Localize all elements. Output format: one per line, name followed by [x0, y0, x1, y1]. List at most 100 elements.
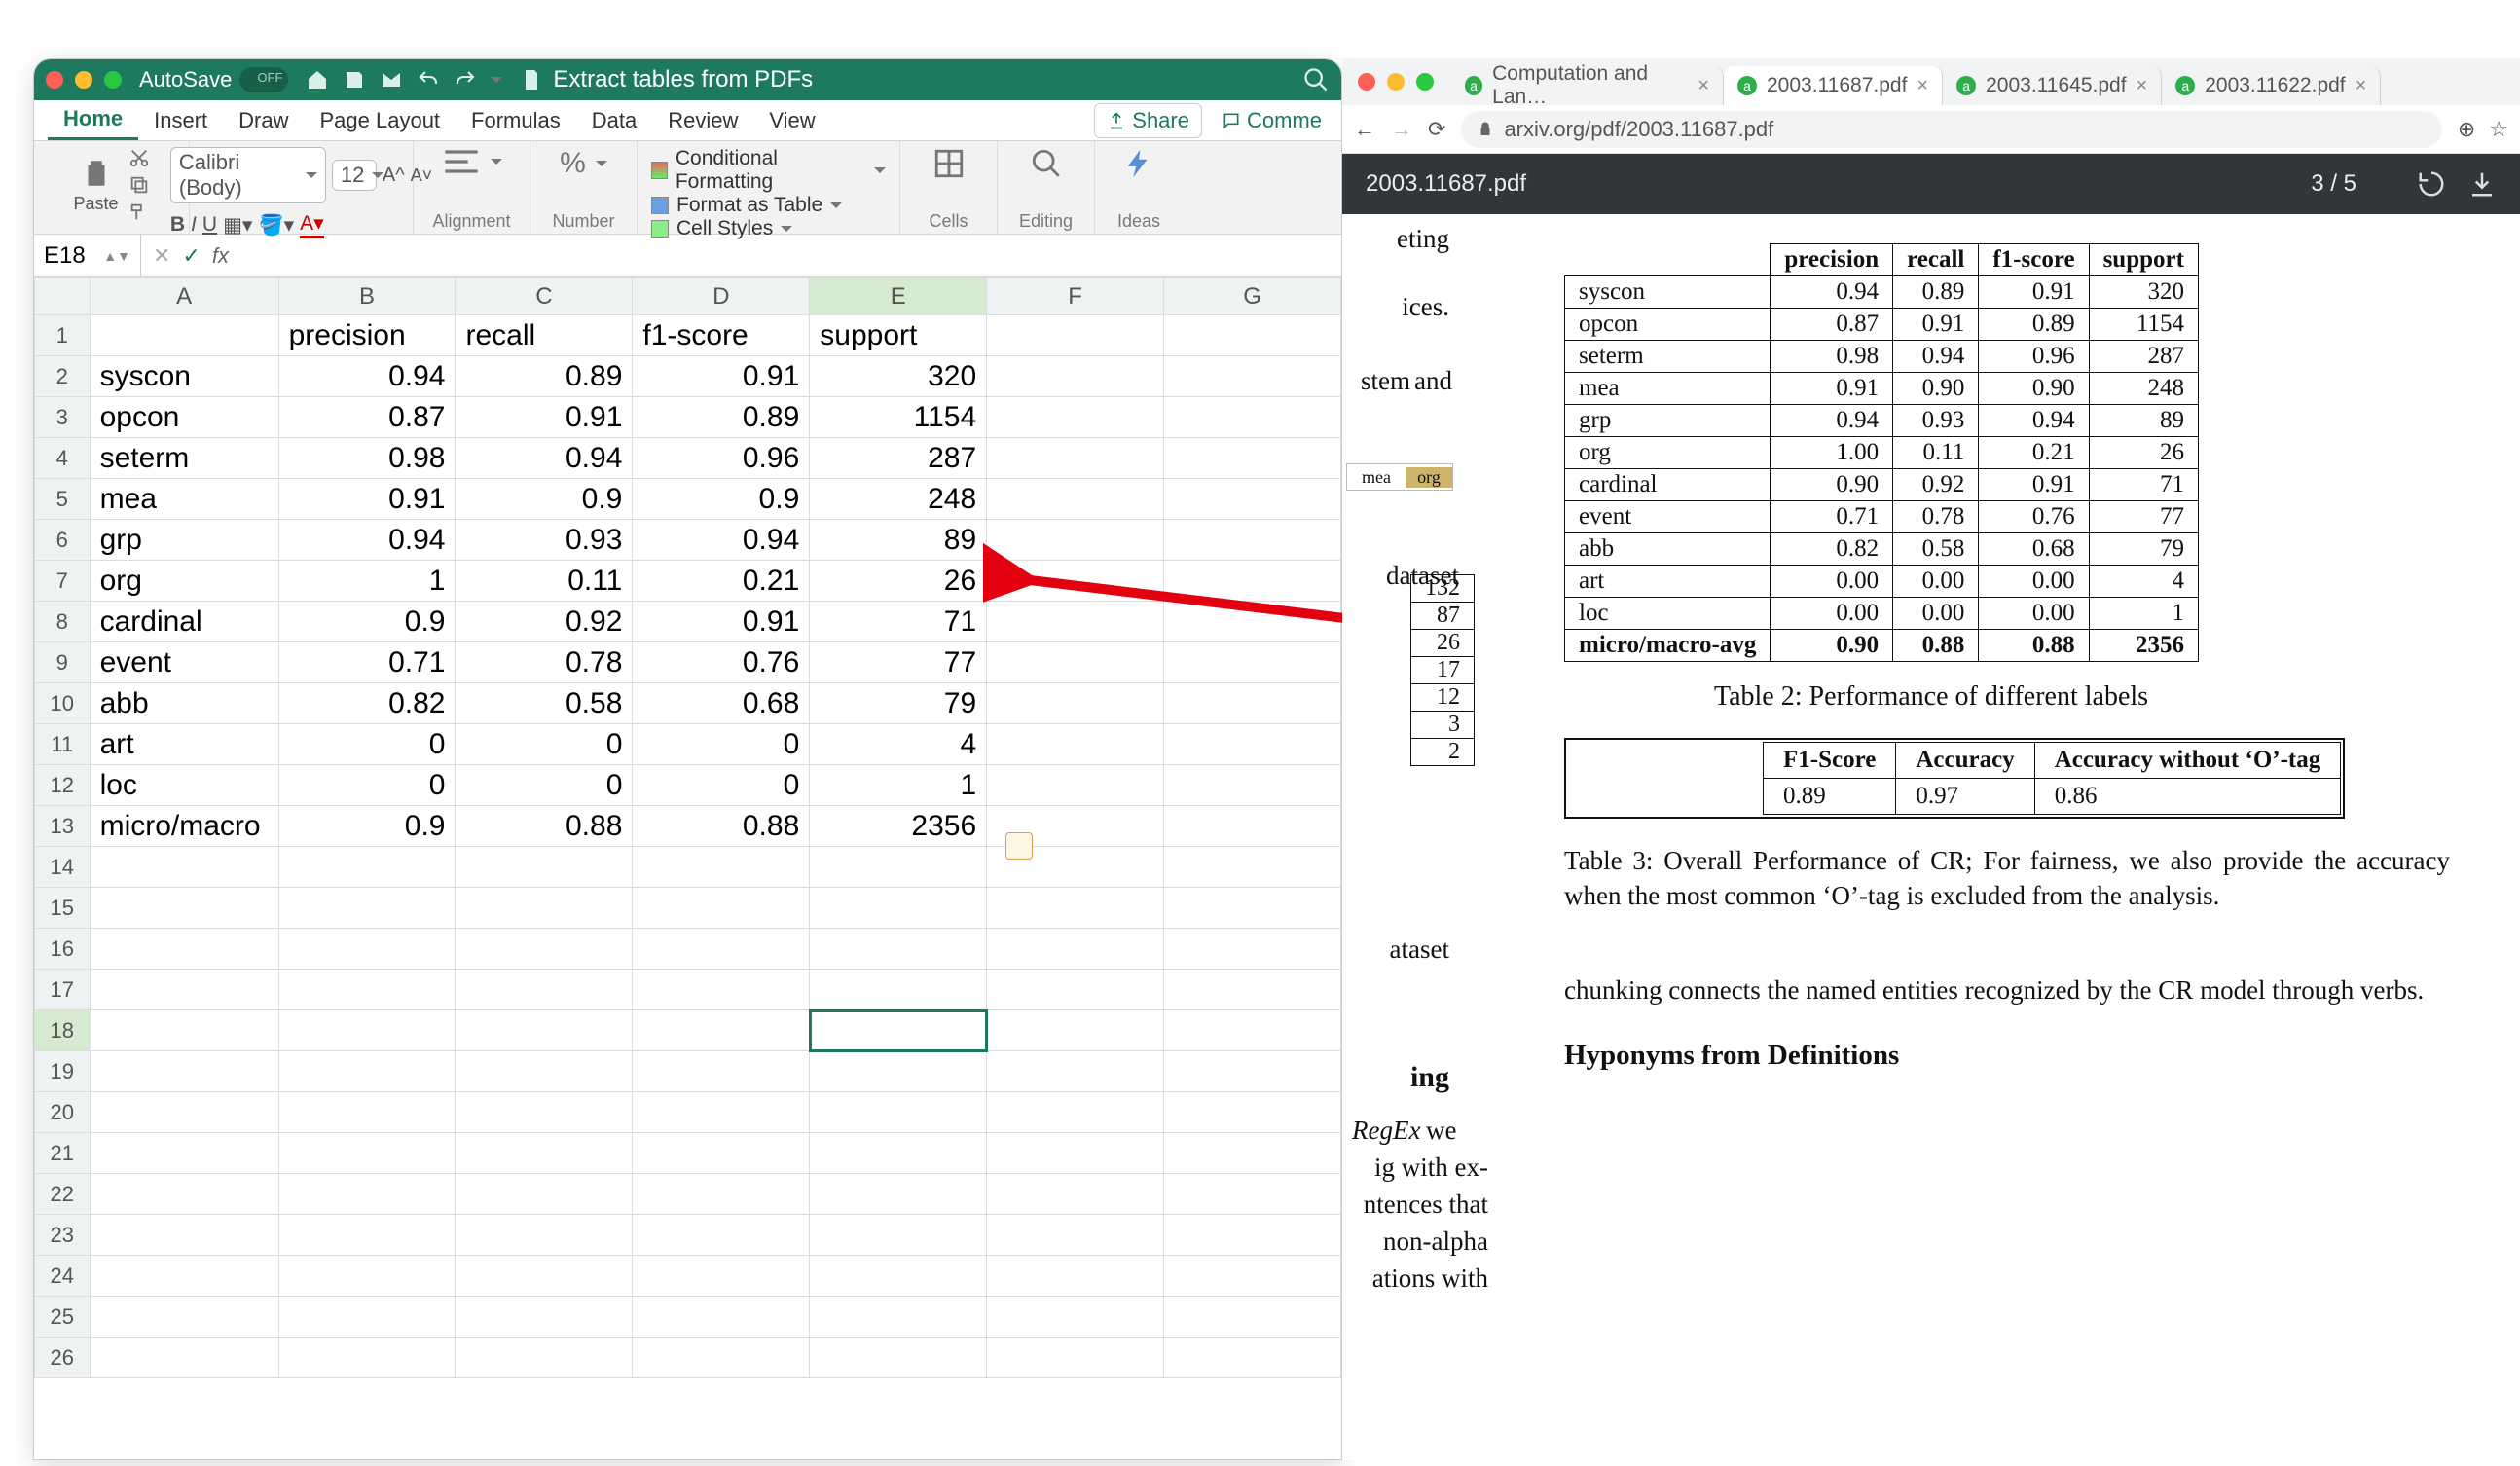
cell[interactable]: 0.11 — [456, 561, 633, 602]
cell[interactable]: grp — [90, 520, 278, 561]
pdf-toolbar[interactable]: 2003.11687.pdf 3 / 5 — [1342, 154, 2520, 214]
cell[interactable]: art — [90, 724, 278, 765]
cell[interactable] — [278, 888, 456, 929]
cell[interactable] — [987, 356, 1164, 397]
cell[interactable] — [987, 724, 1164, 765]
cell[interactable]: 0.9 — [456, 479, 633, 520]
row-header[interactable]: 18 — [35, 1010, 91, 1051]
border-button[interactable]: ▦▾ — [223, 213, 252, 238]
tab-draw[interactable]: Draw — [223, 102, 304, 139]
chevron-down-icon[interactable] — [491, 159, 502, 165]
cell[interactable] — [90, 1174, 278, 1215]
cell[interactable] — [1164, 602, 1341, 642]
col-header[interactable]: C — [456, 278, 633, 315]
format-painter-icon[interactable] — [128, 202, 150, 223]
cell[interactable]: 0.98 — [278, 438, 456, 479]
cell[interactable]: opcon — [90, 397, 278, 438]
tab-home[interactable]: Home — [48, 100, 138, 140]
row-header[interactable]: 16 — [35, 929, 91, 970]
cell[interactable] — [456, 1051, 633, 1092]
row-header[interactable]: 8 — [35, 602, 91, 642]
col-header[interactable]: E — [810, 278, 987, 315]
excel-menu[interactable]: Home Insert Draw Page Layout Formulas Da… — [34, 100, 1341, 141]
cell[interactable] — [456, 847, 633, 888]
row-header[interactable]: 14 — [35, 847, 91, 888]
cell[interactable] — [90, 970, 278, 1010]
cell[interactable] — [90, 315, 278, 356]
row-header[interactable]: 13 — [35, 806, 91, 847]
chevron-down-icon[interactable] — [491, 77, 502, 83]
cell[interactable] — [633, 888, 810, 929]
row-header[interactable]: 3 — [35, 397, 91, 438]
editing-button[interactable] — [1030, 147, 1063, 180]
tab-insert[interactable]: Insert — [138, 102, 223, 139]
cell[interactable] — [456, 888, 633, 929]
cell[interactable] — [456, 1133, 633, 1174]
cell[interactable]: 0 — [456, 724, 633, 765]
cell[interactable] — [90, 1133, 278, 1174]
cell[interactable]: 0.87 — [278, 397, 456, 438]
cell[interactable] — [1164, 1338, 1341, 1378]
select-all-corner[interactable] — [35, 278, 91, 315]
cell[interactable]: 287 — [810, 438, 987, 479]
cell[interactable] — [1164, 765, 1341, 806]
reload-icon[interactable]: ⟳ — [1428, 117, 1445, 142]
confirm-icon[interactable]: ✓ — [182, 243, 200, 269]
cell[interactable]: 0.94 — [278, 520, 456, 561]
cell[interactable]: 0.88 — [456, 806, 633, 847]
font-size-select[interactable]: 12 — [332, 160, 377, 191]
cell[interactable]: 1 — [278, 561, 456, 602]
cell[interactable] — [987, 397, 1164, 438]
row-header[interactable]: 21 — [35, 1133, 91, 1174]
document-title[interactable]: Extract tables from PDFs — [520, 66, 813, 93]
cell[interactable] — [810, 1297, 987, 1338]
conditional-formatting-button[interactable]: Conditional Formatting — [651, 147, 886, 194]
cell[interactable]: 0.94 — [278, 356, 456, 397]
cell[interactable] — [810, 970, 987, 1010]
cell[interactable] — [278, 1215, 456, 1256]
cell[interactable] — [1164, 970, 1341, 1010]
cell[interactable]: 0.91 — [278, 479, 456, 520]
cell[interactable] — [1164, 1174, 1341, 1215]
cell[interactable] — [633, 929, 810, 970]
copy-icon[interactable] — [128, 174, 150, 196]
cell[interactable] — [633, 1092, 810, 1133]
row-header[interactable]: 1 — [35, 315, 91, 356]
cell[interactable]: 0.9 — [633, 479, 810, 520]
cells-button[interactable] — [932, 147, 966, 180]
search-icon[interactable] — [1302, 66, 1330, 93]
window-controls[interactable] — [1358, 73, 1434, 91]
autosave-toggle[interactable]: AutoSave — [139, 67, 288, 92]
minimize-icon[interactable] — [1387, 73, 1405, 91]
cell[interactable]: 0.91 — [633, 356, 810, 397]
row-header[interactable]: 11 — [35, 724, 91, 765]
minimize-icon[interactable] — [75, 71, 92, 89]
cell[interactable] — [1164, 438, 1341, 479]
cell[interactable] — [1164, 1297, 1341, 1338]
quick-access-toolbar[interactable] — [306, 68, 502, 92]
cell[interactable] — [987, 520, 1164, 561]
cell[interactable] — [633, 1338, 810, 1378]
undo-icon[interactable] — [417, 68, 440, 92]
close-icon[interactable]: × — [2356, 75, 2367, 97]
cell[interactable] — [456, 1215, 633, 1256]
cell[interactable] — [456, 1256, 633, 1297]
cell[interactable]: 0 — [633, 724, 810, 765]
cell[interactable] — [1164, 806, 1341, 847]
tab-pagelayout[interactable]: Page Layout — [305, 102, 457, 139]
align-icon[interactable] — [442, 147, 481, 176]
row-header[interactable]: 23 — [35, 1215, 91, 1256]
browser-tab[interactable]: a2003.11645.pdf× — [1943, 66, 2162, 105]
tab-review[interactable]: Review — [652, 102, 753, 139]
close-icon[interactable]: × — [1698, 75, 1709, 97]
bold-button[interactable]: B — [170, 213, 185, 237]
cell[interactable] — [987, 1297, 1164, 1338]
cell[interactable] — [987, 888, 1164, 929]
cell[interactable] — [987, 642, 1164, 683]
window-controls[interactable] — [46, 71, 122, 89]
cell[interactable] — [90, 1051, 278, 1092]
cell[interactable] — [810, 1174, 987, 1215]
cell[interactable] — [987, 929, 1164, 970]
cell[interactable]: 0.78 — [456, 642, 633, 683]
cell[interactable] — [810, 1051, 987, 1092]
